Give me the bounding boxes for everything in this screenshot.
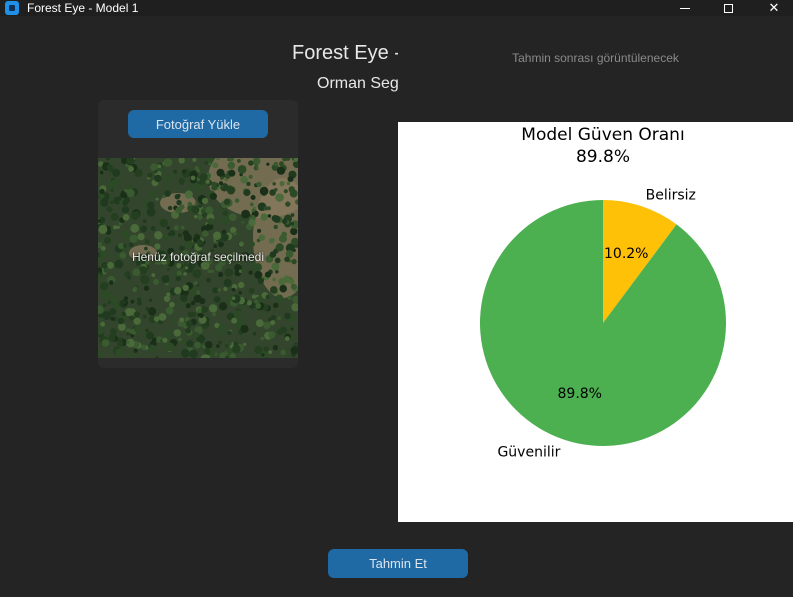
app-icon: [5, 1, 19, 15]
pie-category-label-belirsiz: Belirsiz: [646, 188, 696, 204]
chart-subtitle: 89.8%: [576, 147, 630, 167]
minimize-button[interactable]: [662, 0, 708, 16]
result-header: Tahmin sonrası görüntülenecek: [398, 24, 793, 122]
page-title: Forest Eye -: [292, 42, 401, 64]
chart-title: Model Güven Oranı: [521, 125, 684, 145]
pie-category-label-güvenilir: Güvenilir: [497, 444, 560, 460]
confidence-chart-panel: Model Güven Oranı 89.8% 10.2% Belirsiz 89.…: [398, 122, 793, 522]
confidence-pie-chart: Model Güven Oranı 89.8% 10.2% Belirsiz 89.…: [480, 125, 726, 460]
pie-slice-güvenilir: [480, 200, 726, 446]
maximize-icon: [723, 3, 733, 13]
window-title: Forest Eye - Model 1: [27, 1, 139, 15]
page-subtitle: Orman Seg: [317, 75, 399, 92]
photo-preview: Henüz fotoğraf seçilmedi: [98, 158, 298, 358]
pie-value-label-güvenilir: 89.8%: [558, 386, 602, 402]
close-button[interactable]: ✕: [751, 0, 793, 16]
minimize-icon: [680, 7, 690, 9]
result-placeholder: Tahmin sonrası görüntülenecek: [512, 51, 679, 65]
pie-value-label-belirsiz: 10.2%: [604, 246, 648, 262]
photo-card: Fotoğraf Yükle Henüz fotoğraf seçilmedi: [98, 100, 298, 368]
predict-button[interactable]: Tahmin Et: [328, 549, 468, 578]
photo-empty-label: Henüz fotoğraf seçilmedi: [131, 250, 265, 264]
upload-photo-button[interactable]: Fotoğraf Yükle: [128, 110, 268, 138]
close-icon: ✕: [768, 0, 780, 15]
maximize-button[interactable]: [705, 0, 751, 16]
title-bar: Forest Eye - Model 1 ✕: [0, 0, 793, 16]
